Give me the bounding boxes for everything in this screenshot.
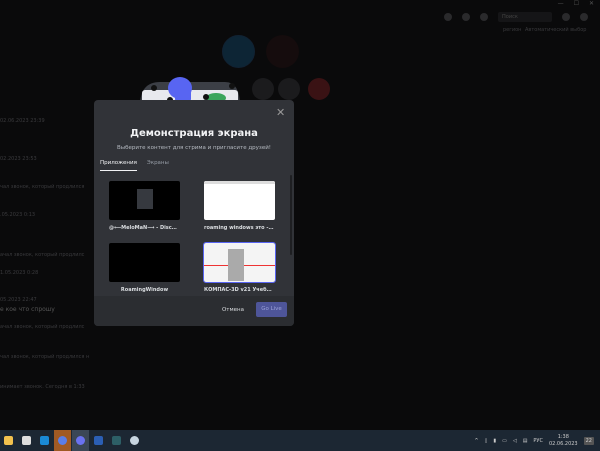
discord-background: — ☐ ✕ Поиск регион Автоматический выбор 02…	[0, 0, 600, 430]
disconnect-button[interactable]	[308, 78, 330, 100]
region-select[interactable]: Автоматический выбор	[525, 27, 586, 33]
keyboard-icon[interactable]: ▤	[523, 438, 528, 444]
chat-line: ачал звонок, который продлилс	[0, 324, 85, 330]
screen-share-modal: Демонстрация экрана Выберите контент для…	[94, 100, 294, 326]
discord-icon[interactable]	[72, 430, 89, 451]
call-avatar	[222, 35, 255, 68]
go-live-button[interactable]: Go Live	[256, 302, 287, 317]
chat-line: .05.2023 0:13	[0, 212, 36, 218]
chat-line: ачал звонок, который продлилс	[0, 252, 85, 258]
close-window-icon[interactable]: ✕	[589, 0, 594, 7]
modal-footer: Отмена Go Live	[94, 296, 294, 326]
region-label: регион	[503, 27, 522, 33]
chat-line: инимает звонок. Сегодня в 1:33	[0, 384, 85, 390]
window-label: КОМПАС-3D v21 Учебная ...	[204, 287, 275, 293]
network-icon[interactable]: ▭	[502, 438, 507, 444]
chat-line: 02.06.2023 23:39	[0, 118, 45, 124]
store-icon[interactable]	[18, 430, 35, 451]
chat-line: чал звонок, который продлился	[0, 184, 85, 190]
minimize-icon[interactable]: —	[558, 0, 564, 7]
window-thumbnail	[203, 242, 276, 283]
microphone-icon[interactable]: ▮	[493, 438, 496, 444]
chat-line: 02.2023 23:53	[0, 156, 37, 162]
time: 1:38	[557, 433, 569, 440]
file-explorer-icon[interactable]	[0, 430, 17, 451]
help-icon[interactable]	[580, 13, 588, 21]
chat-line: чал звонок, который продлился н	[0, 354, 90, 360]
mute-button[interactable]	[278, 78, 300, 100]
modal-subtitle: Выберите контент для стрима и пригласите…	[117, 145, 271, 151]
clock[interactable]: 1:38 02.06.2023	[549, 434, 578, 448]
inbox-icon[interactable]	[562, 13, 570, 21]
chat-line: 1.05.2023 0:28	[0, 270, 39, 276]
source-tabs: Приложения Экраны	[100, 160, 169, 171]
volume-icon[interactable]: ◁	[513, 438, 517, 444]
date: 02.06.2023	[548, 440, 578, 447]
discord-ptb-icon[interactable]	[54, 430, 71, 451]
window-thumbnail	[109, 181, 180, 220]
add-friend-icon[interactable]	[462, 13, 470, 21]
tab-screens[interactable]: Экраны	[147, 160, 169, 171]
search-input[interactable]: Поиск	[498, 12, 552, 22]
usb-icon[interactable]: ▯	[485, 438, 488, 444]
window-option[interactable]: RoamingWindow	[109, 243, 180, 293]
window-label: @⟵MeloMaN⟶ - Discord	[109, 225, 180, 231]
taskbar: ^ ▯ ▮ ▭ ◁ ▤ РУС 1:38 02.06.2023 22	[0, 430, 600, 451]
mail-icon[interactable]	[36, 430, 53, 451]
call-avatar	[266, 35, 299, 68]
window-option[interactable]: КОМПАС-3D v21 Учебная ...	[203, 242, 276, 293]
word-icon[interactable]	[90, 430, 107, 451]
window-label: roaming windows это - Go...	[204, 225, 275, 231]
cancel-button[interactable]: Отмена	[222, 307, 244, 313]
language-indicator[interactable]: РУС	[533, 438, 543, 444]
scrollbar[interactable]	[290, 175, 292, 255]
maximize-icon[interactable]: ☐	[574, 0, 579, 7]
chat-line: е кое что спрошу	[0, 306, 55, 313]
pin-icon[interactable]	[444, 13, 452, 21]
profile-icon[interactable]	[480, 13, 488, 21]
window-option[interactable]: @⟵MeloMaN⟶ - Discord	[109, 181, 180, 231]
window-controls: — ☐ ✕	[558, 0, 594, 7]
window-label: RoamingWindow	[120, 287, 169, 293]
window-thumbnail	[204, 181, 275, 220]
kompas-icon[interactable]	[108, 430, 125, 451]
system-tray: ^ ▯ ▮ ▭ ◁ ▤ РУС 1:38 02.06.2023 22	[474, 430, 594, 451]
window-thumbnail	[109, 243, 180, 282]
modal-title: Демонстрация экрана	[130, 128, 258, 139]
close-icon[interactable]: ✕	[276, 106, 285, 119]
window-grid: @⟵MeloMaN⟶ - Discord roaming windows это…	[109, 181, 285, 293]
window-option[interactable]: roaming windows это - Go...	[204, 181, 275, 231]
chevron-up-icon[interactable]: ^	[474, 438, 478, 444]
steam-icon[interactable]	[126, 430, 143, 451]
screen-share-button[interactable]	[252, 78, 274, 100]
tab-applications[interactable]: Приложения	[100, 160, 137, 171]
chat-line: 05.2023 22:47	[0, 297, 37, 303]
header-toolbar: Поиск	[444, 12, 588, 22]
notification-center-icon[interactable]: 22	[583, 436, 594, 445]
